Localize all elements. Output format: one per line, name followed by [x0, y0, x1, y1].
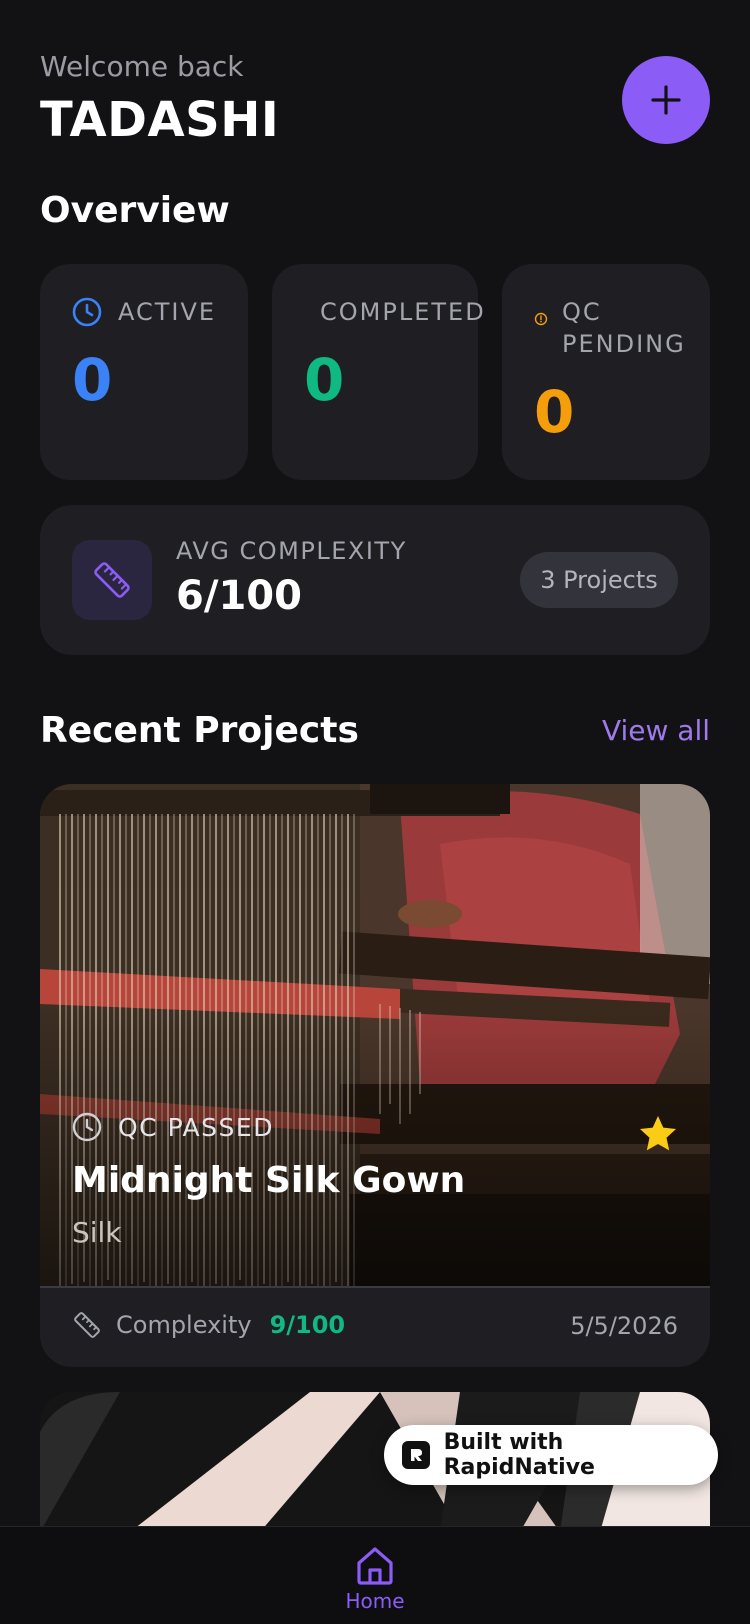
clock-icon — [72, 1112, 102, 1142]
project-card[interactable] — [40, 784, 710, 1367]
stat-card-active[interactable]: ACTIVE 0 — [40, 264, 248, 480]
nav-home[interactable]: Home — [0, 1543, 750, 1613]
stat-card-qc-pending[interactable]: QC PENDING 0 — [502, 264, 710, 480]
view-all-link[interactable]: View all — [602, 714, 710, 747]
stat-value-active: 0 — [72, 346, 113, 414]
clock-icon — [72, 297, 102, 327]
project-material: Silk — [72, 1216, 122, 1249]
stat-value-completed: 0 — [304, 346, 345, 414]
stat-label-pending: PENDING — [562, 330, 686, 358]
ruler-icon — [74, 1312, 100, 1338]
ruler-icon-box — [72, 540, 152, 620]
projects-count-badge: 3 Projects — [520, 552, 678, 608]
card-divider — [40, 1286, 710, 1288]
avg-complexity-card[interactable]: AVG COMPLEXITY 6/100 3 Projects — [40, 505, 710, 655]
avg-complexity-value: 6/100 — [176, 573, 302, 619]
alert-circle-icon — [534, 312, 548, 326]
welcome-text: Welcome back — [40, 50, 244, 83]
complexity-label: Complexity — [116, 1311, 252, 1339]
add-project-button[interactable] — [622, 56, 710, 144]
recent-projects-title: Recent Projects — [40, 710, 359, 751]
plus-icon — [651, 85, 681, 115]
project-date: 5/5/2026 — [570, 1312, 678, 1340]
user-name: TADASHI — [40, 92, 280, 148]
star-icon[interactable] — [638, 1114, 678, 1154]
built-with-text: Built with RapidNative — [443, 1430, 595, 1480]
project-image — [40, 784, 710, 1286]
bottom-nav: Home — [0, 1526, 750, 1624]
stat-label-active: ACTIVE — [118, 298, 217, 326]
project-status: QC PASSED — [118, 1112, 274, 1142]
ruler-icon — [94, 562, 130, 598]
built-with-badge[interactable]: Built with RapidNative — [384, 1425, 718, 1485]
nav-home-label: Home — [345, 1589, 405, 1613]
rapidnative-logo-icon — [402, 1441, 430, 1469]
stat-value-qc-pending: 0 — [534, 378, 575, 446]
home-icon — [357, 1547, 393, 1585]
stat-label-qc: QC — [562, 298, 602, 326]
project-title: Midnight Silk Gown — [72, 1160, 466, 1201]
stat-card-completed[interactable]: COMPLETED 0 — [272, 264, 484, 480]
avg-complexity-label: AVG COMPLEXITY — [176, 537, 407, 565]
stat-label-completed: COMPLETED — [320, 298, 486, 326]
complexity-value: 9/100 — [269, 1311, 346, 1339]
overview-title: Overview — [40, 190, 230, 231]
